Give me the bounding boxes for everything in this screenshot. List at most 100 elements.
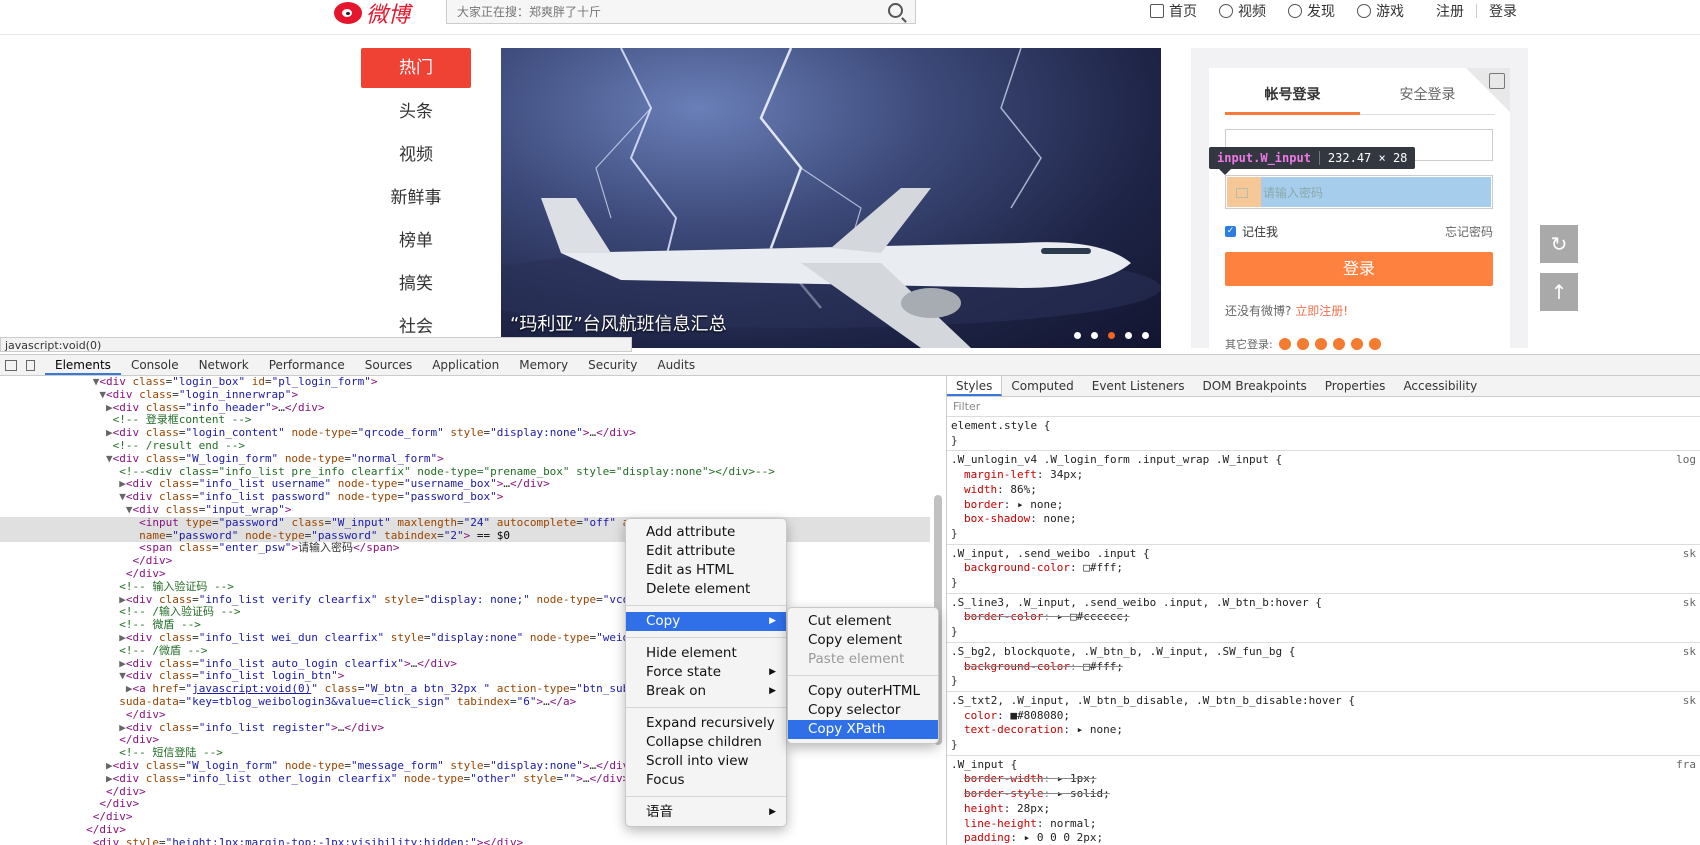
menu-separator: [626, 707, 786, 708]
nav-home[interactable]: 首页: [1150, 1, 1197, 21]
forgot-password-link[interactable]: 忘记密码: [1445, 223, 1493, 240]
compass-icon: [1288, 4, 1302, 18]
menu-item-edit-attribute[interactable]: Edit attribute: [626, 542, 786, 561]
dom-node[interactable]: </div>: [0, 797, 930, 811]
search-icon[interactable]: [888, 3, 903, 18]
remember-me[interactable]: ✓ 记住我: [1225, 223, 1278, 240]
context-menu: Add attribute Edit attribute Edit as HTM…: [625, 518, 787, 827]
menu-item-break-on[interactable]: Break on ▶: [626, 682, 786, 701]
tab-performance[interactable]: Performance: [259, 355, 355, 375]
register-now-link[interactable]: 立即注册!: [1295, 304, 1348, 318]
tab-secure-login[interactable]: 安全登录: [1360, 82, 1495, 115]
copy-submenu: Cut element Copy element Paste element C…: [787, 607, 939, 744]
taobao-icon[interactable]: [1278, 338, 1291, 350]
menu-item-copy-selector[interactable]: Copy selector: [788, 701, 938, 720]
social-icon[interactable]: [1332, 338, 1345, 350]
checkbox-checked-icon[interactable]: ✓: [1225, 226, 1236, 237]
login-panel: 帐号登录 安全登录 请输入密码 input.W_input 232.47 × 2…: [1191, 48, 1528, 358]
menu-item-copy[interactable]: Copy ▶: [626, 612, 786, 631]
style-rules: element.style {} .W_unlogin_v4 .W_login_f…: [947, 417, 1700, 845]
inspect-element-icon[interactable]: [5, 359, 17, 371]
styles-filter-input[interactable]: Filter: [947, 397, 1700, 417]
leftnav-item-fresh[interactable]: 新鲜事: [361, 177, 471, 220]
menu-label: Copy: [646, 613, 681, 629]
device-toggle-icon[interactable]: [26, 359, 35, 371]
search-input[interactable]: [455, 0, 879, 23]
css-rule[interactable]: element.style {}: [947, 417, 1700, 452]
leftnav-item-video[interactable]: 视频: [361, 134, 471, 177]
menu-item-hide-element[interactable]: Hide element: [626, 644, 786, 663]
menu-item-speech[interactable]: 语音 ▶: [626, 803, 786, 822]
leftnav-item-hot[interactable]: 热门: [361, 48, 471, 88]
tab-sources[interactable]: Sources: [355, 355, 422, 375]
qq-icon[interactable]: [1296, 338, 1309, 350]
social-icon[interactable]: [1314, 338, 1327, 350]
video-icon: [1219, 4, 1233, 18]
menu-item-scroll-into-view[interactable]: Scroll into view: [626, 752, 786, 771]
tab-properties[interactable]: Properties: [1316, 376, 1395, 396]
tab-styles[interactable]: Styles: [947, 376, 1003, 396]
nav-video[interactable]: 视频: [1219, 1, 1266, 21]
css-rule[interactable]: .W_unlogin_v4 .W_login_form .input_wrap …: [947, 451, 1700, 545]
menu-item-focus[interactable]: Focus: [626, 771, 786, 790]
carousel-dot[interactable]: [1125, 332, 1132, 339]
submenu-arrow-icon: ▶: [769, 807, 776, 817]
login-button[interactable]: 登录: [1225, 252, 1493, 286]
weibo-logo[interactable]: 微博: [334, 0, 410, 28]
css-rule[interactable]: .S_txt2, .W_input, .W_btn_b_disable, .W_…: [947, 692, 1700, 756]
tab-accessibility[interactable]: Accessibility: [1394, 376, 1486, 396]
tab-memory[interactable]: Memory: [509, 355, 578, 375]
leftnav-item-rank[interactable]: 榜单: [361, 220, 471, 263]
dom-node[interactable]: </div>: [0, 785, 930, 799]
carousel-dot-active[interactable]: [1108, 332, 1115, 339]
tab-console[interactable]: Console: [121, 355, 189, 375]
tab-audits[interactable]: Audits: [647, 355, 705, 375]
password-input[interactable]: 请输入密码: [1225, 175, 1493, 209]
menu-label: 语音: [646, 804, 673, 820]
dom-node[interactable]: <!-- /result end -->: [0, 439, 930, 453]
refresh-button[interactable]: ↻: [1540, 225, 1578, 263]
leftnav-item-headlines[interactable]: 头条: [361, 91, 471, 134]
menu-item-expand-recursively[interactable]: Expand recursively: [626, 714, 786, 733]
css-rule[interactable]: .S_bg2, blockquote, .W_btn_b, .W_input, …: [947, 643, 1700, 692]
tooltip-element-name: input.W_input: [1217, 151, 1311, 165]
nav-discover[interactable]: 发现: [1288, 1, 1335, 21]
tab-dom-breakpoints[interactable]: DOM Breakpoints: [1193, 376, 1315, 396]
menu-item-delete-element[interactable]: Delete element: [626, 580, 786, 599]
home-icon: [1150, 4, 1164, 18]
nav-games[interactable]: 游戏: [1357, 1, 1404, 21]
tab-computed[interactable]: Computed: [1002, 376, 1082, 396]
dom-node[interactable]: ▶<div class="W_login_form" node-type="me…: [0, 759, 930, 773]
carousel-dot[interactable]: [1142, 332, 1149, 339]
tab-event-listeners[interactable]: Event Listeners: [1083, 376, 1194, 396]
menu-item-force-state[interactable]: Force state ▶: [626, 663, 786, 682]
menu-item-cut-element[interactable]: Cut element: [788, 612, 938, 631]
dom-node[interactable]: </div>: [0, 810, 930, 824]
login-link[interactable]: 登录: [1489, 1, 1517, 21]
banner-caption[interactable]: “玛利亚”台风航班信息汇总: [510, 310, 727, 336]
dom-node[interactable]: ▼<div class="login_innerwrap">: [0, 388, 930, 402]
css-rule[interactable]: .W_input {fra border-width: ▸ 1px; border-…: [947, 756, 1700, 845]
leftnav-item-funny[interactable]: 搞笑: [361, 263, 471, 306]
tab-security[interactable]: Security: [578, 355, 647, 375]
social-icon[interactable]: [1350, 338, 1363, 350]
css-rule[interactable]: .W_input, .send_weibo .input {sk backgrou…: [947, 545, 1700, 594]
tab-account-login[interactable]: 帐号登录: [1225, 82, 1360, 115]
tab-elements[interactable]: Elements: [45, 355, 121, 375]
menu-item-edit-as-html[interactable]: Edit as HTML: [626, 561, 786, 580]
css-rule[interactable]: .S_line3, .W_input, .send_weibo .input, …: [947, 594, 1700, 643]
menu-item-add-attribute[interactable]: Add attribute: [626, 523, 786, 542]
menu-item-collapse-children[interactable]: Collapse children: [626, 733, 786, 752]
menu-item-copy-xpath[interactable]: Copy XPath: [788, 720, 938, 739]
menu-item-copy-element[interactable]: Copy element: [788, 631, 938, 650]
menu-item-copy-outerhtml[interactable]: Copy outerHTML: [788, 682, 938, 701]
other-login-label: 其它登录:: [1225, 338, 1273, 351]
carousel-dot[interactable]: [1091, 332, 1098, 339]
back-to-top-button[interactable]: ↑: [1540, 273, 1578, 311]
carousel-dot[interactable]: [1074, 332, 1081, 339]
social-icon[interactable]: [1368, 338, 1381, 350]
tab-application[interactable]: Application: [422, 355, 509, 375]
tab-network[interactable]: Network: [189, 355, 259, 375]
banner-carousel[interactable]: “玛利亚”台风航班信息汇总: [501, 48, 1161, 348]
register-link[interactable]: 注册: [1436, 1, 1464, 21]
